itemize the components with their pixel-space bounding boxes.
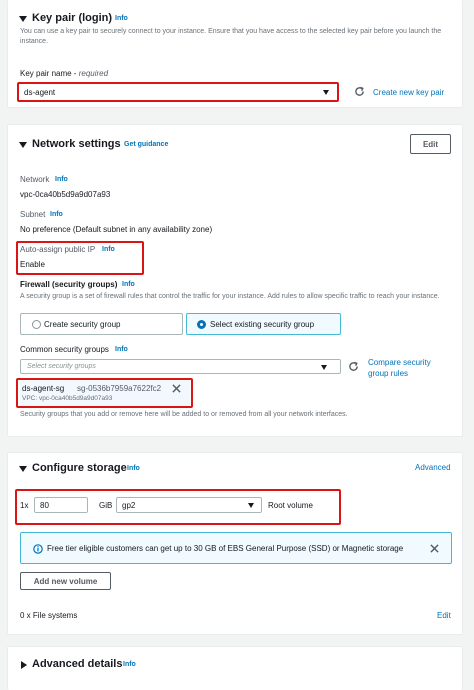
sg-token-name: ds-agent-sg [22, 384, 65, 393]
select-sg-label: Select existing security group [210, 320, 315, 329]
volume-type-select[interactable]: gp2 [116, 497, 262, 513]
network-settings-title: Network settings [32, 138, 121, 150]
network-label: Network [20, 175, 50, 184]
close-icon[interactable] [172, 384, 181, 393]
advanced-storage-link[interactable]: Advanced [415, 463, 451, 472]
required-tag: required [78, 69, 109, 78]
key-pair-panel: Key pair (login) Info You can use a key … [7, 0, 463, 108]
public-ip-label: Auto-assign public IP [20, 245, 96, 254]
expand-caret-icon[interactable] [21, 661, 27, 669]
firewall-info-link[interactable]: Info [122, 281, 135, 288]
public-ip-value: Enable [20, 260, 45, 269]
common-sg-info-link[interactable]: Info [115, 346, 128, 353]
volume-count-label: 1x [20, 501, 29, 510]
create-sg-label: Create security group [44, 320, 121, 329]
sg-hint: Security groups that you add or remove h… [20, 411, 348, 418]
key-pair-title: Key pair (login) [32, 12, 113, 24]
advanced-details-title: Advanced details [32, 658, 123, 670]
radio-unselected-icon [32, 320, 41, 329]
key-pair-description: You can use a key pair to securely conne… [20, 28, 442, 45]
refresh-icon[interactable] [348, 361, 359, 372]
firewall-title: Firewall (security groups) [20, 280, 118, 289]
advanced-info-link[interactable]: Info [123, 661, 136, 668]
select-sg-option[interactable]: Select existing security group [186, 313, 341, 335]
key-pair-field-label: Key pair name - required [20, 69, 108, 78]
advanced-details-panel[interactable]: Advanced details Info [7, 646, 463, 690]
subnet-info-link[interactable]: Info [50, 211, 63, 218]
firewall-description: A security group is a set of firewall ru… [20, 293, 440, 300]
radio-selected-icon [197, 320, 206, 329]
edit-network-button[interactable]: Edit [410, 134, 451, 154]
volume-unit-label: GiB [99, 501, 113, 510]
compare-sg-link-line1[interactable]: Compare security [368, 358, 431, 367]
sg-multiselect[interactable]: Select security groups [20, 359, 341, 374]
volume-size-input[interactable]: 80 [34, 497, 88, 513]
volume-size-value: 80 [40, 501, 49, 510]
chevron-down-icon [248, 503, 254, 508]
public-ip-info-link[interactable]: Info [102, 246, 115, 253]
subnet-label: Subnet [20, 210, 46, 219]
create-key-pair-link[interactable]: Create new key pair [373, 88, 444, 97]
sg-placeholder: Select security groups [27, 363, 96, 370]
chevron-down-icon [321, 365, 327, 370]
sg-token: ds-agent-sg sg-0536b7959a7622fc2 VPC: vp… [20, 381, 190, 406]
create-sg-option[interactable]: Create security group [20, 313, 183, 335]
configure-storage-panel: Configure storage Info Advanced 1x 80 Gi… [7, 452, 463, 635]
configure-storage-title: Configure storage [32, 462, 127, 474]
add-new-volume-button[interactable]: Add new volume [20, 572, 111, 590]
collapse-caret-icon[interactable] [19, 142, 27, 148]
key-pair-info-link[interactable]: Info [115, 15, 128, 22]
network-value: vpc-0ca40b5d9a9d07a93 [20, 190, 111, 199]
sg-token-vpc: VPC: vpc-0ca40b5d9a9d07a93 [22, 395, 113, 402]
file-systems-label: 0 x File systems [20, 611, 78, 620]
get-guidance-link[interactable]: Get guidance [124, 141, 168, 148]
network-info-link[interactable]: Info [55, 176, 68, 183]
key-pair-label-text: Key pair name - [20, 69, 79, 78]
common-sg-label: Common security groups [20, 345, 109, 354]
refresh-icon[interactable] [354, 86, 365, 97]
key-pair-selected-value: ds-agent [24, 88, 56, 97]
subnet-value: No preference (Default subnet in any ava… [20, 225, 213, 234]
network-settings-panel: Network settings Get guidance Edit Netwo… [7, 124, 463, 437]
sg-token-id: sg-0536b7959a7622fc2 [77, 384, 162, 393]
storage-info-link[interactable]: Info [127, 465, 140, 472]
compare-sg-link-line2[interactable]: group rules [368, 369, 408, 378]
free-tier-alert: Free tier eligible customers can get up … [20, 532, 452, 564]
chevron-down-icon [323, 90, 329, 95]
close-icon[interactable] [430, 544, 439, 553]
collapse-caret-icon[interactable] [19, 466, 27, 472]
collapse-caret-icon[interactable] [19, 16, 27, 22]
key-pair-select[interactable]: ds-agent [21, 85, 336, 100]
info-circle-icon [33, 544, 43, 554]
free-tier-alert-text: Free tier eligible customers can get up … [47, 544, 404, 553]
edit-file-systems-link[interactable]: Edit [437, 611, 451, 620]
volume-type-value: gp2 [122, 501, 136, 510]
root-volume-label: Root volume [268, 501, 313, 510]
